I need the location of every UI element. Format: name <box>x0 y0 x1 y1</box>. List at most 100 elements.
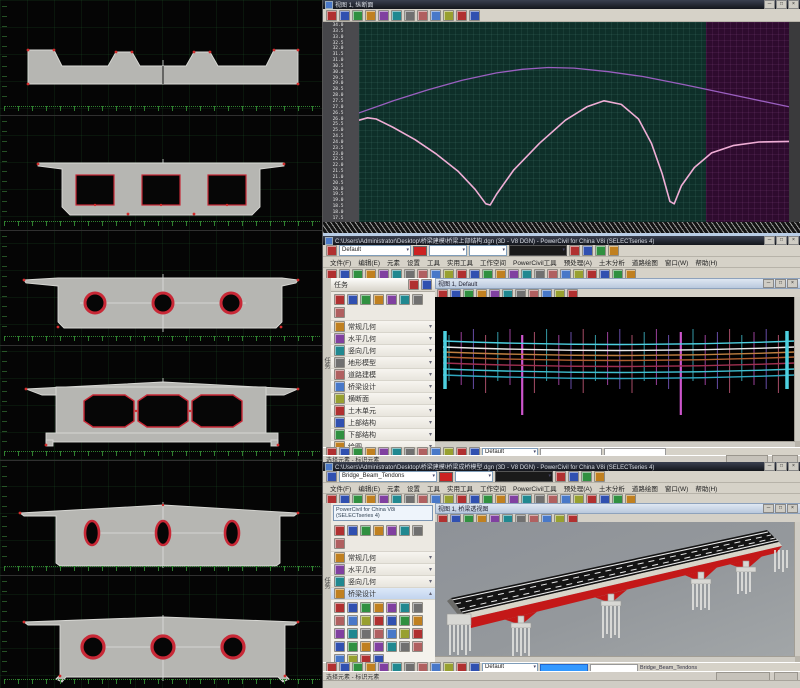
vertical-scrollbar[interactable] <box>794 522 800 656</box>
plan-view-icon[interactable] <box>334 654 345 662</box>
view-titlebar[interactable]: 视图 1, 桥梁透视图 ─□× <box>435 503 800 514</box>
place-arc-icon[interactable] <box>373 525 384 536</box>
active-color-icon[interactable] <box>555 471 566 482</box>
update-model-icon[interactable] <box>360 654 371 662</box>
task-row-8[interactable]: 上部结构▾ <box>331 417 435 429</box>
rotate-view-icon[interactable] <box>404 10 415 21</box>
hatch-icon[interactable] <box>412 294 423 305</box>
task-row-4[interactable]: 道路建模▾ <box>331 369 435 381</box>
竖向几何-icon[interactable] <box>334 576 345 587</box>
deck-template-icon[interactable] <box>399 615 410 626</box>
plot-right-scrollbar[interactable] <box>789 22 800 222</box>
3d-view-icon[interactable] <box>347 654 358 662</box>
menu-土木分析[interactable]: 土木分析 <box>596 483 628 493</box>
task-row-3[interactable]: 地形模型▾ <box>331 357 435 369</box>
hatch-icon[interactable] <box>412 525 423 536</box>
active-line-weight-icon[interactable] <box>595 245 606 256</box>
clash-check-icon[interactable] <box>373 641 384 652</box>
active-color-swatch[interactable] <box>413 246 427 256</box>
task-row-6[interactable]: 横断面▾ <box>331 393 435 405</box>
place-bearing-icon[interactable] <box>360 628 371 639</box>
active-line-style-icon[interactable] <box>582 245 593 256</box>
active-element-template-icon[interactable] <box>326 471 337 482</box>
active-level-combo[interactable]: Bridge_Beam_Tendons <box>339 471 437 482</box>
select-icon[interactable] <box>334 525 345 536</box>
close-button[interactable]: × <box>788 462 799 471</box>
menu-预处理[interactable]: 预处理(A) <box>561 257 595 267</box>
menu-编辑[interactable]: 编辑(E) <box>355 257 383 267</box>
active-level-filter-icon[interactable] <box>594 471 605 482</box>
view-previous-icon[interactable] <box>430 10 441 21</box>
bridge-report-icon[interactable] <box>347 641 358 652</box>
menu-文件[interactable]: 文件(F) <box>327 257 354 267</box>
minimize-button[interactable]: ─ <box>763 504 774 513</box>
edit-barrier-icon[interactable] <box>347 628 358 639</box>
menu-窗口[interactable]: 窗口(W) <box>662 257 691 267</box>
line-weight-combo[interactable] <box>469 245 507 256</box>
place-pier-icon[interactable] <box>386 602 397 613</box>
menu-设置[interactable]: 设置 <box>404 257 423 267</box>
place-beam-icon[interactable] <box>347 615 358 626</box>
menu-工具[interactable]: 工具 <box>424 257 443 267</box>
view-titlebar[interactable]: 视图 1, Default ─□× <box>435 278 800 289</box>
地形模型-icon[interactable] <box>334 357 345 368</box>
active-level-filter-icon[interactable] <box>608 245 619 256</box>
maximize-button[interactable]: □ <box>776 0 787 9</box>
task-row-1[interactable]: 水平几何▾ <box>331 564 435 576</box>
text-icon[interactable] <box>334 538 345 549</box>
add-span-icon[interactable] <box>360 602 371 613</box>
place-rebar-icon[interactable] <box>412 628 423 639</box>
active-line-style-icon[interactable] <box>568 471 579 482</box>
桥梁设计-icon[interactable] <box>334 381 345 392</box>
上部结构-icon[interactable] <box>334 417 345 428</box>
smartline-icon[interactable] <box>347 525 358 536</box>
task-row-5[interactable]: 桥梁设计▾ <box>331 381 435 393</box>
task-row-bridge-design[interactable]: 桥梁设计 ▴ <box>331 588 435 600</box>
task-row-0[interactable]: 常规几何▾ <box>331 552 435 564</box>
menu-道路绘图[interactable]: 道路绘图 <box>629 257 661 267</box>
update-view-icon[interactable] <box>469 10 480 21</box>
maximize-button[interactable]: □ <box>776 462 787 471</box>
竖向几何-icon[interactable] <box>334 345 345 356</box>
task-row-0[interactable]: 常规几何▾ <box>331 321 435 333</box>
copy-view-icon[interactable] <box>456 10 467 21</box>
maximize-button[interactable]: □ <box>775 504 786 513</box>
vertical-scrollbar[interactable] <box>794 297 800 441</box>
profile-plot[interactable] <box>359 22 789 222</box>
view-next-icon[interactable] <box>443 10 454 21</box>
place-deck-icon[interactable] <box>386 615 397 626</box>
cross-section-viewport[interactable] <box>0 0 322 688</box>
task-row-9[interactable]: 下部结构▾ <box>331 429 435 441</box>
tasks-menu-icon[interactable] <box>408 279 419 290</box>
menu-道路绘图[interactable]: 道路绘图 <box>629 483 661 493</box>
zoom-in-icon[interactable] <box>352 10 363 21</box>
bridge-wizard-icon[interactable] <box>373 654 384 662</box>
menu-土木分析[interactable]: 土木分析 <box>596 257 628 267</box>
bridge-alignment-icon[interactable] <box>347 602 358 613</box>
task-row-2[interactable]: 竖向几何▾ <box>331 576 435 588</box>
edit-pier-icon[interactable] <box>399 602 410 613</box>
土木单元-icon[interactable] <box>334 405 345 416</box>
task-panel-header[interactable]: 任务 <box>331 278 435 292</box>
place-abutment-icon[interactable] <box>412 602 423 613</box>
profile-plot-area[interactable]: 34.033.533.032.532.031.531.030.530.029.5… <box>323 22 800 222</box>
place-line-icon[interactable] <box>360 294 371 305</box>
menu-工作空间[interactable]: 工作空间 <box>477 483 509 493</box>
常规几何-icon[interactable] <box>334 552 345 563</box>
window-select-icon[interactable] <box>339 10 350 21</box>
edit-rebar-icon[interactable] <box>334 641 345 652</box>
minimize-button[interactable]: ─ <box>763 279 774 288</box>
menu-元素[interactable]: 元素 <box>384 483 403 493</box>
elevation-view-icon[interactable] <box>412 641 423 652</box>
text-icon[interactable] <box>334 307 345 318</box>
edit-bearing-icon[interactable] <box>373 628 384 639</box>
place-line-icon[interactable] <box>360 525 371 536</box>
menu-元素[interactable]: 元素 <box>384 257 403 267</box>
menu-owerivil工具[interactable]: PowerCivil工具 <box>510 483 560 493</box>
edit-abutment-icon[interactable] <box>334 615 345 626</box>
line-style-combo[interactable] <box>429 245 467 256</box>
quantities-icon[interactable] <box>360 641 371 652</box>
maximize-button[interactable]: □ <box>776 236 787 245</box>
active-color-swatch[interactable] <box>439 472 453 482</box>
pan-view-icon[interactable] <box>417 10 428 21</box>
